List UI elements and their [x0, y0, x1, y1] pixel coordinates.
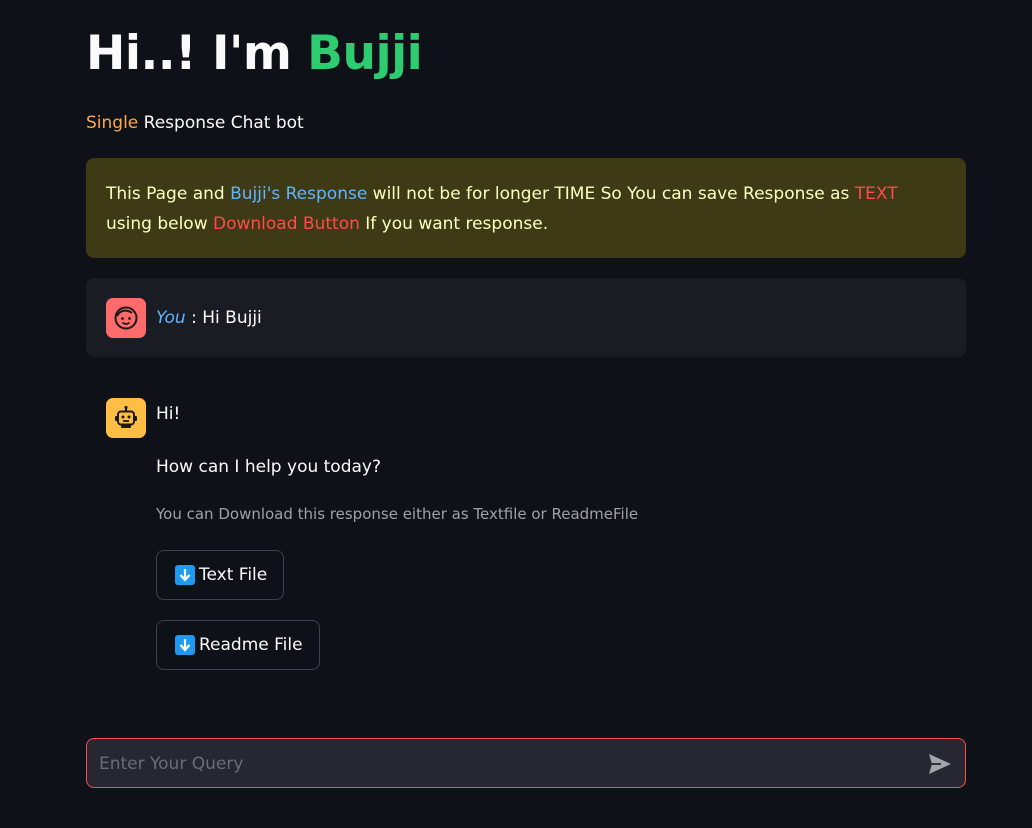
notice-text: If you want response. [359, 214, 549, 234]
download-text-file-button[interactable]: Text File [156, 550, 285, 600]
download-readme-file-label: Readme File [199, 635, 303, 655]
page-subtitle: Single Response Chat bot [86, 111, 304, 135]
notice-banner: This Page and Bujji's Response will not … [86, 158, 966, 258]
user-message-text: You : Hi Bujji [156, 305, 262, 331]
assistant-greeting: Hi! [156, 404, 181, 424]
app-page: Hi..! I'm Bujji Single Response Chat bot… [0, 0, 1032, 828]
download-text-file-label: Text File [199, 565, 268, 585]
down-arrow-icon [175, 565, 195, 585]
message-separator: : [185, 308, 203, 328]
smiley-face-icon [106, 298, 146, 338]
robot-icon [106, 398, 146, 438]
subtitle-rest: Response Chat bot [138, 113, 304, 133]
title-bot-name: Bujji [307, 26, 423, 81]
page-title: Hi..! I'm Bujji [86, 26, 423, 81]
assistant-question: How can I help you today? [156, 457, 382, 477]
download-readme-file-button[interactable]: Readme File [156, 620, 320, 670]
send-icon[interactable] [927, 751, 953, 777]
chat-input-container [86, 738, 966, 789]
notice-text: will not be for longer TIME So You can s… [367, 184, 855, 204]
notice-text: This Page and [106, 184, 231, 204]
download-caption: You can Download this response either as… [156, 505, 639, 523]
down-arrow-icon [175, 635, 195, 655]
notice-highlight-text: TEXT [854, 184, 898, 204]
assistant-chat-message: Hi! How can I help you today? You can Do… [86, 377, 966, 697]
chat-query-input[interactable] [97, 739, 911, 789]
subtitle-accent: Single [86, 113, 139, 133]
notice-highlight-response: Bujji's Response [230, 184, 368, 204]
notice-text: using below [106, 214, 214, 234]
message-author: You [156, 308, 186, 328]
message-content: Hi Bujji [202, 308, 262, 328]
notice-highlight-download: Download Button [213, 214, 360, 234]
title-prefix: Hi..! I'm [86, 26, 308, 81]
user-chat-message: You : Hi Bujji [86, 278, 966, 357]
